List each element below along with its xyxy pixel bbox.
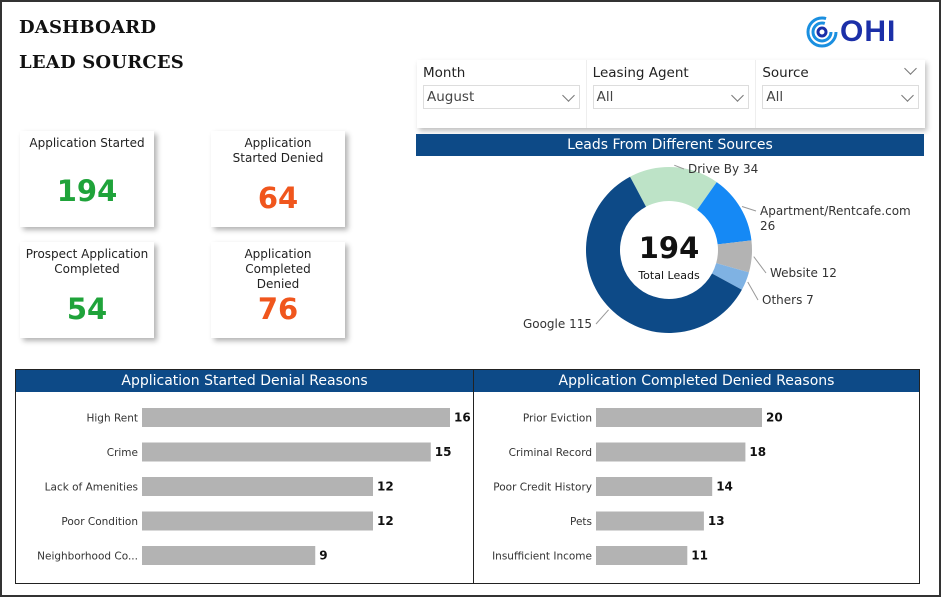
kpi-application-started: Application Started 194 [20, 131, 154, 227]
bar[interactable] [596, 408, 762, 427]
bar-value-label: 9 [319, 549, 327, 563]
bar[interactable] [142, 477, 373, 496]
started-denial-panel: Application Started Denial Reasons High … [15, 369, 474, 584]
kpi-label: Application Started Denied [232, 136, 324, 165]
bar[interactable] [596, 442, 746, 462]
leader-line [741, 206, 757, 212]
donut-center-value: 194 [639, 231, 700, 265]
select-value: All [596, 89, 614, 105]
category-label: High Rent [86, 413, 138, 425]
kpi-value: 54 [66, 292, 108, 326]
filter-label: Leasing Agent [592, 65, 689, 81]
filter-label: Month [423, 65, 466, 81]
kpi-prospect-application-completed: Prospect Application Completed 54 [20, 242, 154, 338]
category-label: Poor Credit History [493, 482, 592, 494]
bar-value-label: 18 [749, 445, 766, 459]
category-label: Crime [107, 447, 138, 459]
kpi-value: 76 [257, 292, 299, 326]
page-title: DASHBOARD [19, 17, 157, 38]
completed-denied-panel: Application Completed Denied Reasons Pri… [473, 369, 920, 584]
filter-month: Month August [417, 60, 587, 128]
filter-source: Source All [756, 60, 925, 128]
bar[interactable] [596, 477, 713, 496]
bar[interactable] [142, 408, 450, 427]
category-label: Pets [570, 516, 592, 528]
donut-center-label: Total Leads [637, 269, 700, 282]
donut-data-label: Google 115 [523, 317, 592, 331]
chevron-down-icon [561, 89, 575, 102]
select-value: August [427, 89, 475, 105]
bar-value-label: 16 [454, 411, 471, 425]
bar-value-label: 14 [716, 480, 733, 494]
kpi-application-completed-denied: Application Completed Denied 76 [211, 242, 345, 338]
bar[interactable] [142, 546, 316, 565]
donut-data-label: Drive By 34 [688, 162, 758, 176]
month-select[interactable]: August [423, 85, 580, 109]
select-value: All [766, 89, 784, 105]
leasing-agent-select[interactable]: All [592, 85, 750, 109]
category-label: Neighborhood Co... [37, 551, 138, 563]
category-label: Poor Condition [61, 516, 138, 528]
donut-chart-title: Leads From Different Sources [416, 134, 924, 156]
bar-value-label: 15 [435, 445, 452, 459]
logo-text: OHI [840, 15, 897, 48]
bar-value-label: 12 [377, 514, 394, 528]
bar-value-label: 13 [708, 514, 725, 528]
bar-value-label: 11 [691, 549, 708, 563]
logo-rings-icon [806, 16, 838, 48]
bar[interactable] [142, 511, 373, 531]
ohi-logo: OHI [806, 15, 896, 49]
page-subtitle: LEAD SOURCES [19, 52, 184, 73]
category-label: Lack of Amenities [45, 482, 138, 494]
bar[interactable] [596, 511, 704, 531]
leader-line [595, 309, 609, 325]
category-label: Prior Eviction [523, 413, 592, 425]
kpi-value: 64 [257, 181, 299, 215]
kpi-application-started-denied: Application Started Denied 64 [211, 131, 345, 227]
bar[interactable] [596, 546, 688, 565]
bar-chart-title: Application Started Denial Reasons [16, 370, 473, 392]
bar[interactable] [142, 442, 431, 462]
started-denial-bar-chart: High Rent 16 Crime 15 Lack of Amenities 12 Poo… [37, 408, 471, 565]
category-label: Insufficient Income [492, 551, 592, 563]
leader-line [747, 281, 759, 301]
bar-chart-title: Application Completed Denied Reasons [474, 370, 919, 392]
filter-label: Source [762, 65, 809, 81]
bar-value-label: 12 [377, 480, 394, 494]
kpi-label: Application Started [29, 136, 145, 150]
kpi-label: Prospect Application Completed [25, 247, 149, 276]
completed-denied-bar-chart: Prior Eviction 20 Criminal Record 18 Poor Cr… [492, 408, 783, 565]
filter-leasing-agent: Leasing Agent All [587, 60, 757, 128]
filter-bar: Month August Leasing Agent All Source Al… [417, 60, 925, 128]
leader-line [753, 256, 767, 274]
kpi-value: 194 [56, 174, 118, 208]
source-select[interactable]: All [762, 85, 920, 109]
chevron-down-icon [901, 89, 914, 102]
donut-data-label: Website 12 [770, 266, 837, 280]
chevron-down-icon [731, 89, 745, 102]
donut-data-label: Others 7 [762, 293, 814, 307]
bar-value-label: 20 [766, 411, 783, 425]
category-label: Criminal Record [509, 447, 592, 459]
leads-donut-chart: Drive By 34 Apartment/Rentcafe.com 26 Websi… [523, 162, 911, 333]
donut-data-label: Apartment/Rentcafe.com 26 [760, 204, 911, 233]
kpi-label: Application Completed Denied [244, 247, 312, 291]
